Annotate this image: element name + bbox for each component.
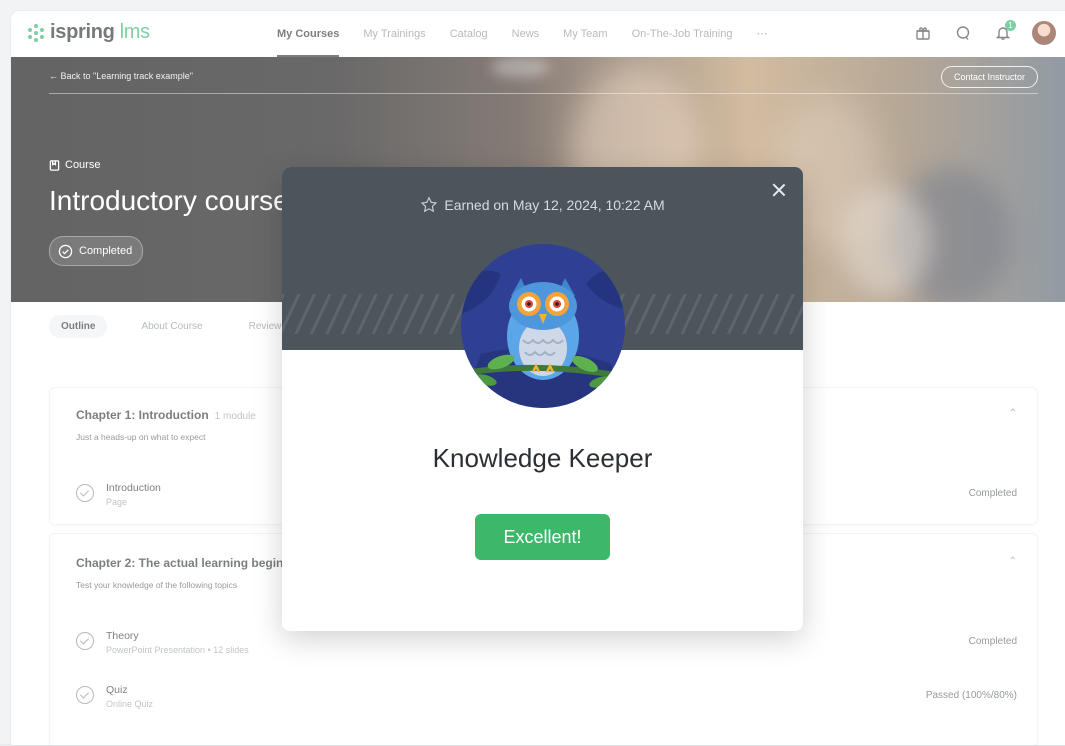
- close-icon[interactable]: [769, 180, 789, 200]
- owl-badge-image: [461, 244, 625, 408]
- earned-date-text: Earned on May 12, 2024, 10:22 AM: [444, 197, 665, 213]
- star-icon: [421, 196, 438, 213]
- earned-date: Earned on May 12, 2024, 10:22 AM: [282, 196, 803, 214]
- excellent-button[interactable]: Excellent!: [475, 514, 610, 560]
- badge-earned-dialog: Earned on May 12, 2024, 10:22 AM Knowled…: [282, 167, 803, 631]
- badge-name: Knowledge Keeper: [432, 443, 653, 473]
